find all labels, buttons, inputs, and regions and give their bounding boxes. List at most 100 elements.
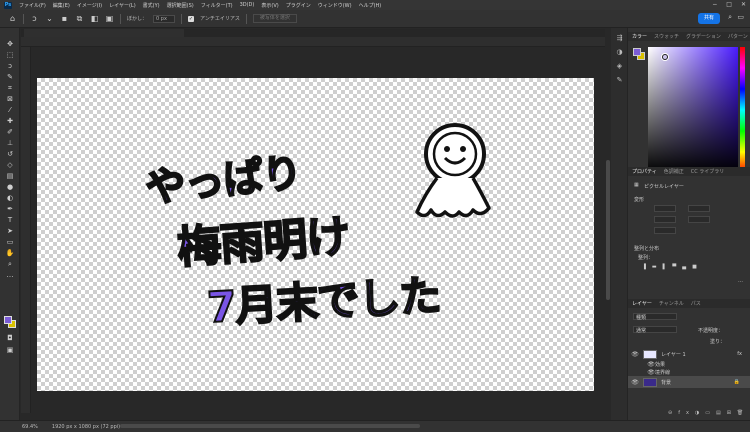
feather-label: ぼかし： bbox=[127, 16, 148, 22]
transform-width-field[interactable] bbox=[654, 205, 676, 212]
color-picker-field[interactable] bbox=[648, 47, 738, 173]
transform-y-field[interactable] bbox=[688, 216, 710, 223]
menu-file[interactable]: ファイル(F) bbox=[19, 2, 46, 9]
horizontal-ruler[interactable] bbox=[21, 37, 605, 47]
history-brush-tool-icon[interactable]: ↺ bbox=[4, 150, 16, 159]
more-tools-icon[interactable]: … bbox=[4, 271, 16, 280]
color-picker-cursor[interactable] bbox=[662, 54, 668, 60]
comment-icon[interactable]: ✎ bbox=[615, 76, 624, 84]
menu-view[interactable]: 表示(V) bbox=[261, 2, 278, 9]
options-bar: ⌂ ↄ ⌄ ▪ ⧉ ◧ ▣ ぼかし： 0 px ✓ アンチエイリアス 被写体を選… bbox=[0, 10, 750, 28]
home-icon[interactable]: ⌂ bbox=[8, 14, 17, 23]
menu-select[interactable]: 選択範囲(S) bbox=[167, 2, 194, 9]
pixel-layer-label: ピクセルレイヤー bbox=[644, 184, 684, 190]
tab-swatches[interactable]: スウォッチ bbox=[654, 33, 679, 40]
layer-kind-filter[interactable]: 種類 bbox=[633, 313, 677, 321]
pen-tool-icon[interactable]: ✒ bbox=[4, 205, 16, 214]
stamp-tool-icon[interactable]: ⊥ bbox=[4, 139, 16, 148]
history-icon[interactable]: ⇶ bbox=[615, 34, 624, 42]
subtract-selection-icon[interactable]: ◧ bbox=[90, 14, 99, 23]
eraser-tool-icon[interactable]: ◇ bbox=[4, 161, 16, 170]
foreground-color-swatch[interactable] bbox=[4, 316, 12, 324]
menu-layer[interactable]: レイヤー(L) bbox=[109, 2, 136, 9]
tab-patterns[interactable]: パターン bbox=[728, 33, 748, 40]
vertical-scrollbar[interactable] bbox=[606, 160, 610, 300]
adjust-icon[interactable]: ◑ bbox=[615, 48, 624, 56]
tab-channels[interactable]: チャンネル bbox=[659, 300, 684, 307]
lasso-tool-icon[interactable]: ↄ bbox=[4, 62, 16, 71]
blur-tool-icon[interactable]: ● bbox=[4, 183, 16, 192]
menu-edit[interactable]: 編集(E) bbox=[53, 2, 70, 9]
tab-adjustments[interactable]: 色調補正 bbox=[664, 168, 684, 175]
zoom-level[interactable]: 69.4% bbox=[22, 424, 38, 430]
brush-tool-icon[interactable]: ✐ bbox=[4, 128, 16, 137]
lasso-icon[interactable]: ↄ bbox=[30, 14, 39, 23]
type-tool-icon[interactable]: T bbox=[4, 216, 16, 225]
color-panel-tabs: カラー スウォッチ グラデーション パターン bbox=[628, 32, 750, 41]
workspace-icon[interactable]: ▭ bbox=[737, 13, 744, 21]
layer-actions-bar[interactable]: ⊖fx◑▭▤⊞🗑 bbox=[668, 410, 749, 416]
transform-height-field[interactable] bbox=[654, 216, 676, 223]
tab-gradients[interactable]: グラデーション bbox=[686, 33, 721, 40]
horizontal-scrollbar[interactable] bbox=[120, 424, 420, 428]
vertical-ruler[interactable] bbox=[21, 47, 31, 413]
screen-mode-icon[interactable]: ▣ bbox=[4, 346, 16, 355]
antialias-checkbox[interactable]: ✓ bbox=[188, 15, 195, 22]
document-tab[interactable] bbox=[24, 29, 184, 37]
canvas[interactable]: やっぱり 梅雨明け 7月末でした bbox=[37, 78, 594, 391]
move-tool-icon[interactable]: ✥ bbox=[4, 40, 16, 49]
eye-icon[interactable]: 👁 bbox=[647, 369, 655, 376]
crop-tool-icon[interactable]: ⌗ bbox=[4, 84, 16, 93]
minimize-icon[interactable]: − bbox=[712, 1, 717, 8]
eye-icon[interactable]: 👁 bbox=[631, 379, 639, 386]
tab-properties[interactable]: プロパティ bbox=[632, 168, 657, 175]
tab-layers[interactable]: レイヤー bbox=[632, 300, 652, 307]
select-subject-button[interactable]: 被写体を選択 bbox=[252, 14, 297, 23]
hue-slider[interactable] bbox=[740, 47, 745, 173]
layer-row-background[interactable]: 👁 背景 🔒 bbox=[628, 376, 750, 388]
tab-cc-libraries[interactable]: CC ライブラリ bbox=[691, 168, 725, 175]
canvas-text-line1: やっぱり bbox=[142, 149, 304, 213]
maximize-icon[interactable]: □ bbox=[726, 1, 732, 8]
new-selection-icon[interactable]: ▪ bbox=[60, 14, 69, 23]
gradient-tool-icon[interactable]: ▤ bbox=[4, 172, 16, 181]
zoom-tool-icon[interactable]: ⌕ bbox=[4, 260, 16, 269]
quick-select-tool-icon[interactable]: ✎ bbox=[4, 73, 16, 82]
menu-image[interactable]: イメージ(I) bbox=[77, 2, 102, 9]
more-options-icon[interactable]: … bbox=[738, 278, 743, 284]
panel-foreground-swatch[interactable] bbox=[633, 48, 641, 56]
blend-mode-select[interactable]: 通常 bbox=[633, 326, 677, 334]
feather-input[interactable]: 0 px bbox=[153, 14, 176, 23]
eyedropper-tool-icon[interactable]: ⁄ bbox=[4, 106, 16, 115]
hand-tool-icon[interactable]: ✋ bbox=[4, 249, 16, 258]
menu-window[interactable]: ウィンドウ(W) bbox=[318, 2, 352, 9]
path-select-tool-icon[interactable]: ➤ bbox=[4, 227, 16, 236]
document-info[interactable]: 1920 px x 1080 px (72 ppi) bbox=[52, 424, 120, 430]
close-icon[interactable]: ✕ bbox=[741, 1, 746, 8]
transform-x-field[interactable] bbox=[688, 205, 710, 212]
menu-plugins[interactable]: プラグイン bbox=[286, 2, 311, 9]
eye-icon[interactable]: 👁 bbox=[631, 351, 639, 358]
dodge-tool-icon[interactable]: ◐ bbox=[4, 194, 16, 203]
fx-badge[interactable]: fx bbox=[737, 351, 742, 357]
tab-color[interactable]: カラー bbox=[632, 33, 647, 40]
marquee-tool-icon[interactable]: ⬚ bbox=[4, 51, 16, 60]
divider bbox=[181, 13, 183, 24]
properties-icon[interactable]: ◈ bbox=[615, 62, 624, 70]
frame-tool-icon[interactable]: ⊠ bbox=[4, 95, 16, 104]
transform-angle-field[interactable] bbox=[654, 227, 676, 234]
add-selection-icon[interactable]: ⧉ bbox=[75, 14, 84, 23]
align-buttons[interactable]: ▐▬▌▀▄■ bbox=[642, 264, 703, 270]
menu-filter[interactable]: フィルター(T) bbox=[201, 2, 233, 9]
shape-tool-icon[interactable]: ▭ bbox=[4, 238, 16, 247]
tab-paths[interactable]: パス bbox=[691, 300, 701, 307]
share-button[interactable]: 共有 bbox=[698, 13, 720, 24]
intersect-selection-icon[interactable]: ▣ bbox=[105, 14, 114, 23]
menu-help[interactable]: ヘルプ(H) bbox=[359, 2, 382, 9]
search-icon[interactable]: ⌕ bbox=[728, 13, 732, 22]
chevron-down-icon[interactable]: ⌄ bbox=[45, 14, 54, 23]
healing-tool-icon[interactable]: ✚ bbox=[4, 117, 16, 126]
quick-mask-icon[interactable]: ◘ bbox=[4, 334, 16, 343]
menu-type[interactable]: 書式(Y) bbox=[143, 2, 160, 9]
menu-3d[interactable]: 3D(D) bbox=[240, 2, 255, 8]
